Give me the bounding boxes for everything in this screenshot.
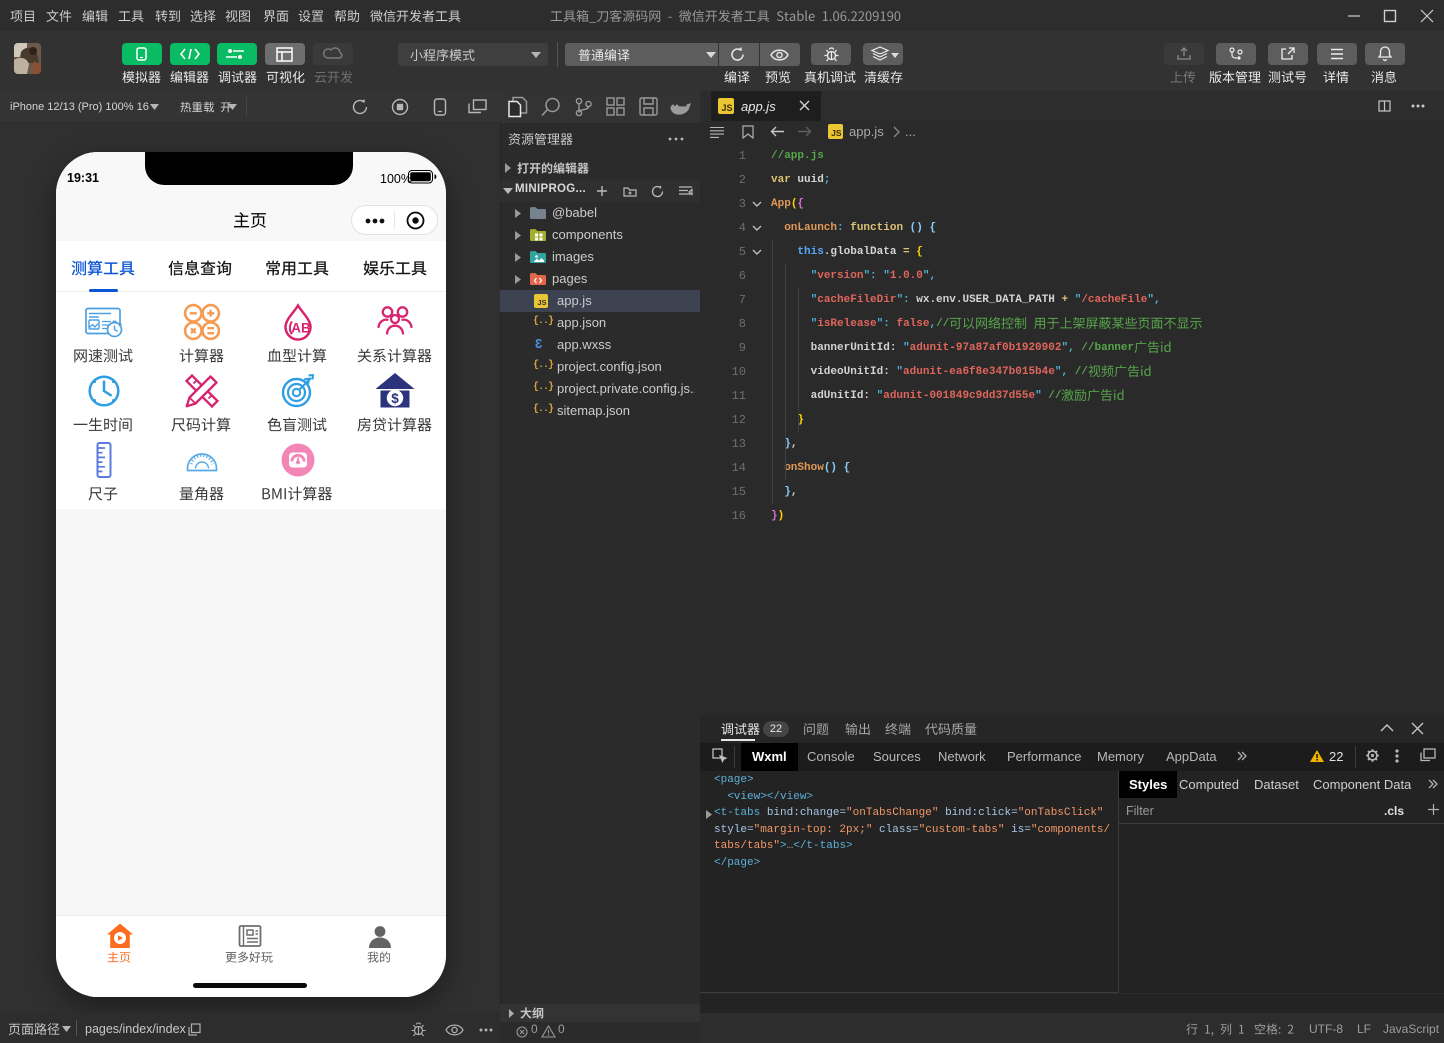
svg-text:AB: AB	[291, 321, 311, 336]
svg-text:$: $	[391, 391, 399, 406]
